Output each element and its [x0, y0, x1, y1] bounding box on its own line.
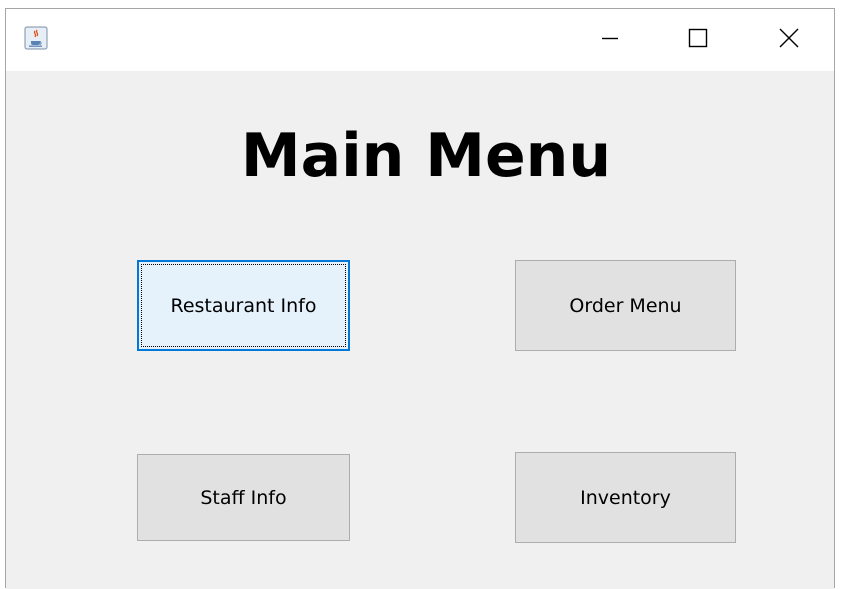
java-coffee-cup-icon[interactable]	[24, 26, 48, 50]
order-menu-button[interactable]: Order Menu	[515, 260, 736, 351]
restaurant-info-button[interactable]: Restaurant Info	[137, 260, 350, 351]
staff-info-button[interactable]: Staff Info	[137, 454, 350, 541]
maximize-icon	[688, 28, 708, 52]
main-panel: Main Menu Restaurant Info Order Menu Sta…	[6, 71, 834, 589]
close-button[interactable]	[742, 9, 836, 71]
inventory-button[interactable]: Inventory	[515, 452, 736, 543]
minimize-button[interactable]	[566, 9, 654, 71]
minimize-icon	[600, 28, 620, 52]
close-icon	[778, 27, 800, 53]
page-title: Main Menu	[240, 121, 612, 191]
restaurant-info-label: Restaurant Info	[170, 294, 317, 317]
staff-info-label: Staff Info	[200, 486, 287, 509]
title-bar[interactable]	[6, 9, 834, 71]
maximize-button[interactable]	[654, 9, 742, 71]
app-window: Main Menu Restaurant Info Order Menu Sta…	[5, 8, 835, 589]
inventory-label: Inventory	[580, 486, 671, 509]
order-menu-label: Order Menu	[569, 294, 682, 317]
